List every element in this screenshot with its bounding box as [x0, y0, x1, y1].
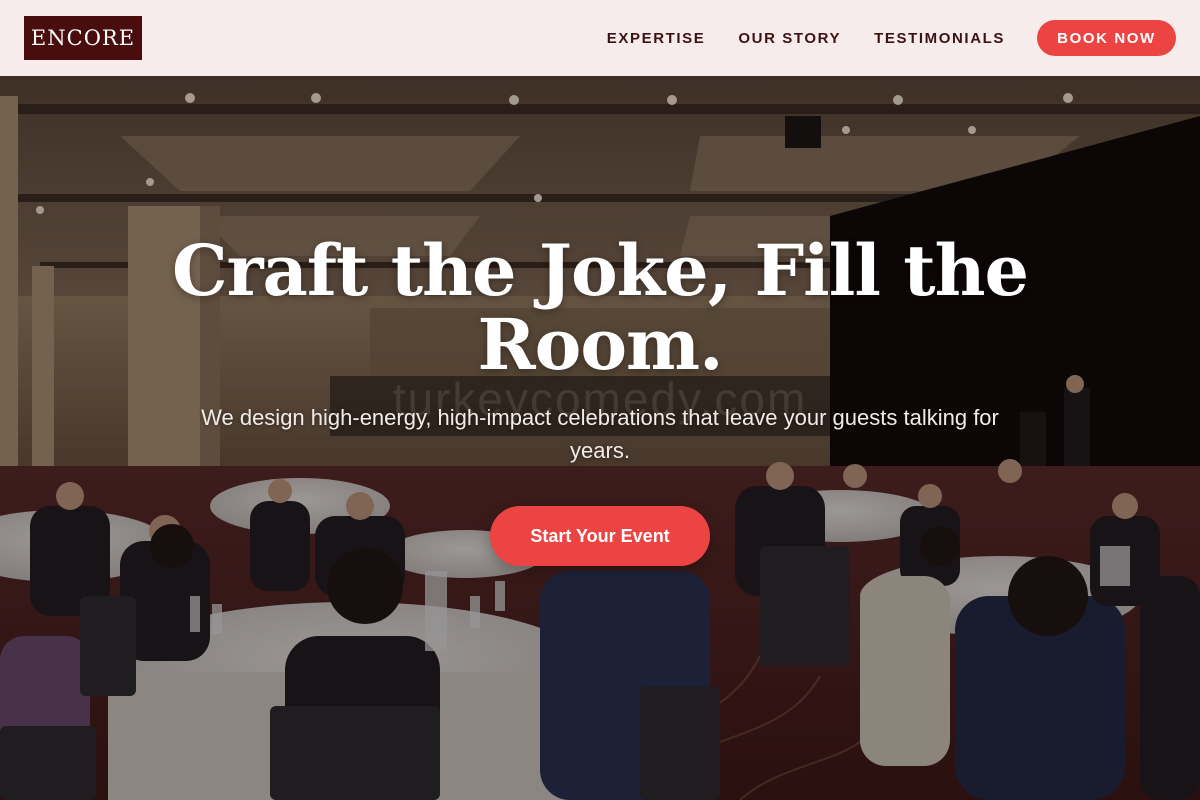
site-header: ENCORE EXPERTISE OUR STORY TESTIMONIALS …	[0, 0, 1200, 76]
book-now-button[interactable]: BOOK NOW	[1037, 20, 1176, 56]
nav-link-expertise[interactable]: EXPERTISE	[607, 30, 706, 47]
hero-subtitle: We design high-energy, high-impact celeb…	[201, 405, 999, 463]
logo[interactable]: ENCORE	[24, 16, 142, 60]
nav-link-our-story[interactable]: OUR STORY	[738, 30, 841, 47]
main-nav: EXPERTISE OUR STORY TESTIMONIALS BOOK NO…	[607, 20, 1176, 56]
start-your-event-button[interactable]: Start Your Event	[490, 506, 710, 566]
hero-section: turkeycomedy.com Craft the Joke, Fill th…	[0, 76, 1200, 800]
hero-headline: Craft the Joke, Fill the Room.	[171, 229, 1029, 386]
nav-link-testimonials[interactable]: TESTIMONIALS	[874, 30, 1005, 47]
